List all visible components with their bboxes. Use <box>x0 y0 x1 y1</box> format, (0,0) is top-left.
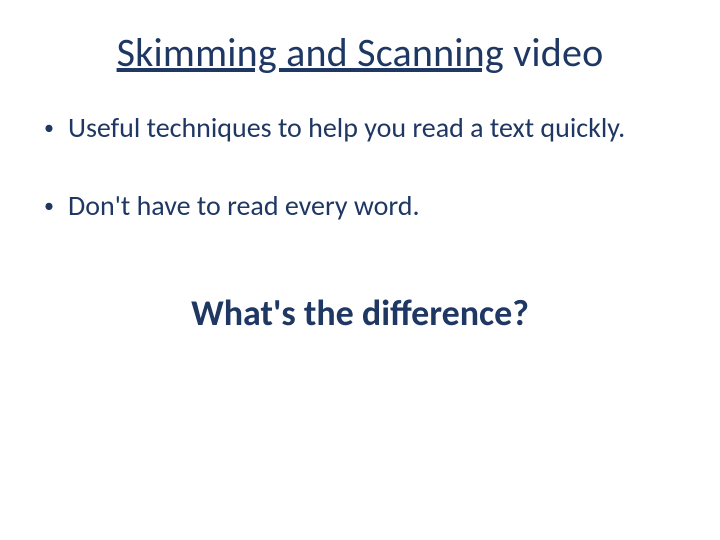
list-item: • Useful techniques to help you read a t… <box>40 111 684 145</box>
title-rest: video <box>504 28 604 77</box>
bullet-text: Useful techniques to help you read a tex… <box>68 111 684 145</box>
question-text: What's the difference? <box>36 291 684 335</box>
list-item: • Don't have to read every word. <box>40 189 684 223</box>
slide: Skimming and Scanning video • Useful tec… <box>0 0 720 540</box>
slide-title: Skimming and Scanning video <box>36 28 684 77</box>
title-link[interactable]: Skimming and Scanning <box>117 28 504 77</box>
bullet-icon: • <box>40 111 58 145</box>
bullet-text: Don't have to read every word. <box>68 189 684 223</box>
bullet-list: • Useful techniques to help you read a t… <box>36 111 684 223</box>
bullet-icon: • <box>40 189 58 223</box>
